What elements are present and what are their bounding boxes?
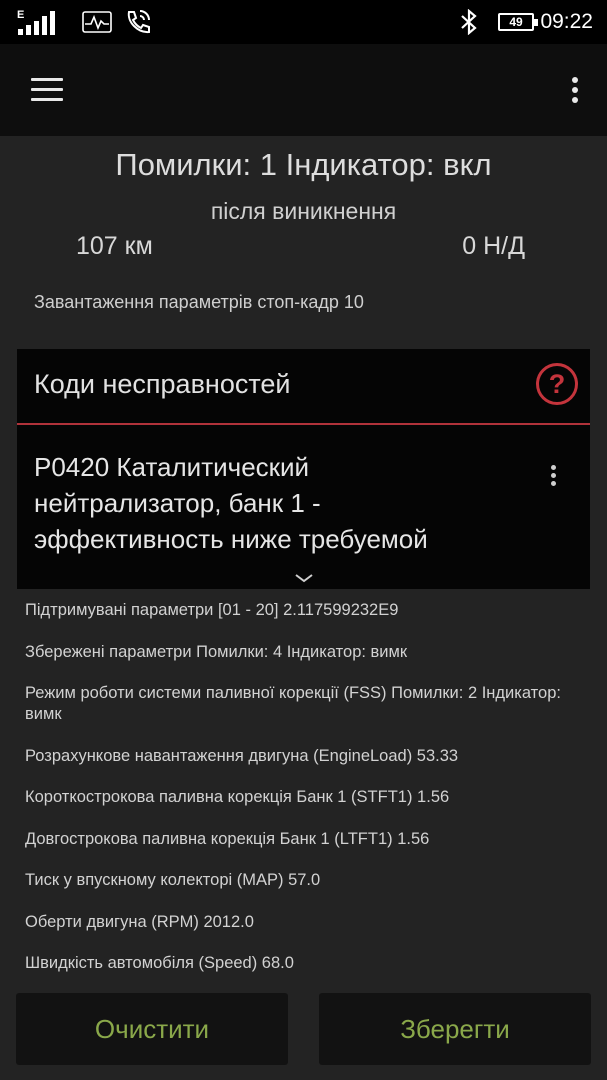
signal-icon: E: [16, 0, 64, 44]
parameter-item: Збережені параметри Помилки: 4 Індикатор…: [25, 642, 408, 661]
help-icon[interactable]: ?: [536, 363, 578, 405]
parameter-item: Довгострокова паливна корекція Банк 1 (L…: [25, 829, 430, 848]
dtc-more-icon[interactable]: [544, 461, 564, 491]
parameter-item: Тиск у впускному колекторі (MAP) 57.0: [25, 871, 321, 889]
freeze-frame-label: Завантаження параметрів стоп-кадр 10: [34, 292, 364, 312]
time-value: 0 Н/Д: [462, 232, 525, 260]
pulse-icon: [82, 0, 112, 44]
parameter-item: Короткострокова паливна корекція Банк 1 …: [25, 788, 450, 806]
clear-button[interactable]: Очистити: [16, 993, 288, 1065]
wifi-call-icon: [124, 0, 152, 44]
parameter-item: Швидкість автомобіля (Speed) 68.0: [25, 954, 294, 972]
fault-codes-title: Коди несправностей: [34, 369, 291, 399]
after-occurrence-label: після виникнення: [210, 198, 397, 224]
dtc-description[interactable]: P0420 Каталитический нейтрализатор, банк…: [34, 449, 514, 557]
chevron-down-icon[interactable]: [293, 571, 315, 585]
fault-codes-card: Коди несправностей ? P0420 Каталитически…: [17, 349, 590, 589]
app-bar: [0, 44, 607, 136]
dtc-line: эффективность ниже требуемой: [34, 524, 428, 554]
parameter-item: Підтримувані параметри [01 - 20] 2.11759…: [25, 601, 399, 619]
overflow-menu-icon[interactable]: [561, 68, 587, 112]
parameter-item: Режим роботи системи паливної корекції (…: [25, 684, 561, 723]
errors-indicator-summary: Помилки: 1 Індикатор: вкл: [115, 147, 492, 182]
bluetooth-icon: [459, 0, 479, 44]
battery-icon: 49: [498, 13, 538, 31]
hamburger-menu-icon[interactable]: [22, 68, 72, 112]
status-bar: E 49 09:22: [0, 0, 607, 44]
dtc-line: P0420 Каталитический: [34, 452, 310, 482]
save-button[interactable]: Зберегти: [319, 993, 591, 1065]
distance-value: 107 км: [76, 232, 153, 260]
parameters-list: Підтримувані параметри [01 - 20] 2.11759…: [25, 600, 585, 995]
parameter-item: Оберти двигуна (RPM) 2012.0: [25, 912, 254, 931]
network-type-label: E: [17, 9, 24, 21]
clock: 09:22: [540, 10, 593, 33]
fault-codes-header: Коди несправностей ?: [17, 349, 590, 425]
dtc-line: нейтрализатор, банк 1 -: [34, 488, 321, 518]
parameter-item: Розрахункове навантаження двигуна (Engin…: [25, 746, 459, 765]
